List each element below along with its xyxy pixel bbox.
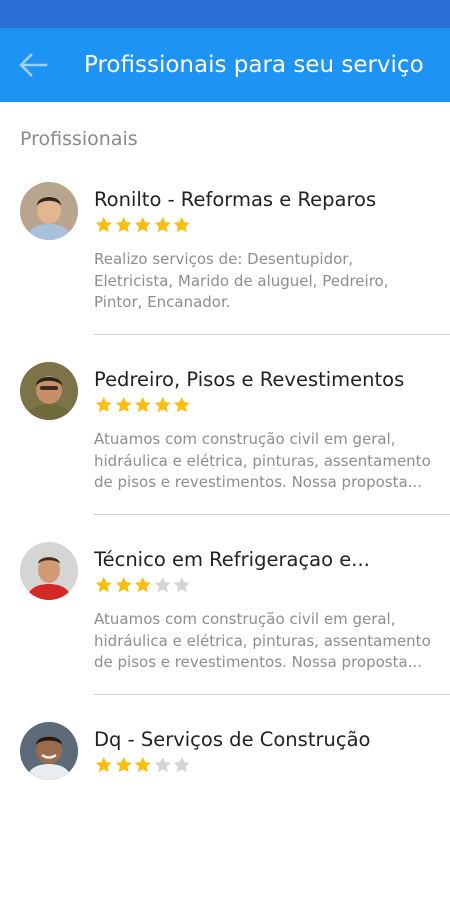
page-title: Profissionais para seu serviço [84,52,424,78]
star-filled-icon [154,217,171,233]
divider [94,334,450,335]
star-empty-icon [173,577,190,593]
professional-description: Realizo serviços de: Desentupidor, Eletr… [94,250,389,311]
section-title: Profissionais [20,128,138,150]
rating-stars [94,215,192,235]
avatar [20,542,78,600]
star-empty-icon [154,577,171,593]
star-filled-icon [115,397,132,413]
star-filled-icon [134,397,151,413]
professional-item[interactable]: Ronilto - Reformas e Reparos Realizo ser… [0,180,450,360]
star-filled-icon [95,577,112,593]
star-filled-icon [115,757,132,773]
professional-item[interactable]: Dq - Serviços de Construção [0,720,450,900]
avatar [20,362,78,420]
star-filled-icon [115,217,132,233]
star-filled-icon [95,217,112,233]
status-bar [0,0,450,28]
professional-description: Atuamos com construção civil em geral, h… [94,430,431,491]
professional-name: Ronilto - Reformas e Reparos [94,188,377,211]
star-filled-icon [134,217,151,233]
professional-name: Dq - Serviços de Construção [94,728,371,751]
star-filled-icon [134,577,151,593]
star-filled-icon [173,217,190,233]
star-filled-icon [173,397,190,413]
star-filled-icon [154,397,171,413]
divider [94,694,450,695]
professional-name: Técnico em Refrigeraçao e... [94,548,370,571]
star-filled-icon [95,757,112,773]
star-empty-icon [154,757,171,773]
professional-name: Pedreiro, Pisos e Revestimentos [94,368,405,391]
professional-description: Atuamos com construção civil em geral, h… [94,610,431,671]
rating-stars [94,755,192,775]
avatar [20,722,78,780]
professional-item[interactable]: Pedreiro, Pisos e Revestimentos Atuamos … [0,360,450,540]
rating-stars [94,575,192,595]
rating-stars [94,395,192,415]
star-filled-icon [95,397,112,413]
professional-item[interactable]: Técnico em Refrigeraçao e... Atuamos com… [0,540,450,720]
arrow-left-icon [19,53,48,77]
back-button[interactable] [14,50,50,80]
star-filled-icon [115,577,132,593]
star-empty-icon [173,757,190,773]
professionals-list: Ronilto - Reformas e Reparos Realizo ser… [0,180,450,900]
divider [94,514,450,515]
app-bar: Profissionais para seu serviço [0,28,450,102]
star-filled-icon [134,757,151,773]
avatar [20,182,78,240]
